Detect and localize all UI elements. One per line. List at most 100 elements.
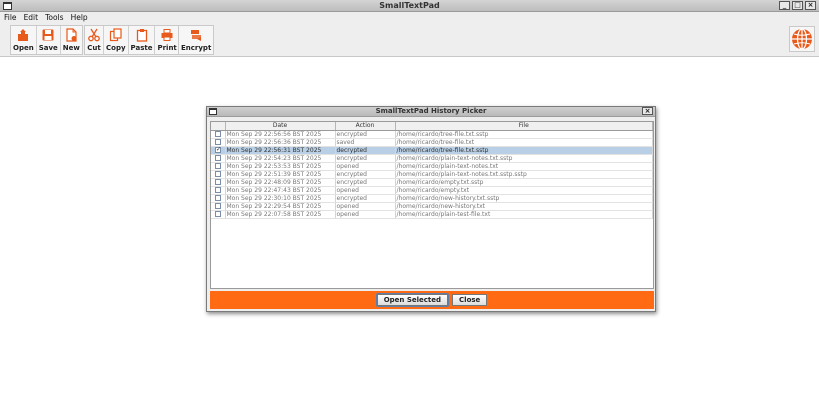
row-select-cell — [211, 178, 226, 187]
encrypt-label: Encrypt — [181, 44, 212, 52]
table-header-row: Date Action File — [211, 122, 653, 131]
date-cell: Mon Sep 29 22:56:36 BST 2025 — [225, 138, 336, 147]
action-cell: encrypted — [335, 130, 396, 139]
open-selected-button[interactable]: Open Selected — [375, 293, 450, 307]
print-button[interactable]: Print — [155, 26, 178, 54]
row-select-cell — [211, 210, 226, 219]
row-select-cell — [211, 146, 226, 155]
encrypt-button[interactable]: Encrypt — [179, 26, 213, 54]
date-cell: Mon Sep 29 22:54:23 BST 2025 — [225, 154, 336, 163]
dialog-title: SmallTextPad History Picker — [375, 107, 487, 115]
window-controls: _ □ × — [779, 1, 816, 10]
toolbar: Open Save New Cut Copy Paste Print Encry… — [0, 23, 819, 57]
open-label: Open — [13, 44, 34, 52]
language-button[interactable] — [789, 26, 815, 52]
cut-button[interactable]: Cut — [85, 26, 104, 54]
table-row[interactable]: Mon Sep 29 22:30:10 BST 2025 encrypted/ho… — [211, 194, 653, 203]
date-cell: Mon Sep 29 22:51:39 BST 2025 — [225, 170, 336, 179]
action-cell: opened — [335, 210, 396, 219]
file-cell: /home/ricardo/tree-file.txt — [395, 138, 653, 147]
table-row[interactable]: Mon Sep 29 22:07:58 BST 2025 opened/home/… — [211, 210, 653, 219]
row-select-cell — [211, 186, 226, 195]
file-cell: /home/ricardo/plain-text-notes.txt — [395, 162, 653, 171]
table-row[interactable]: Mon Sep 29 22:54:23 BST 2025 encrypted/ho… — [211, 154, 653, 163]
open-icon — [18, 29, 29, 41]
column-header-file[interactable]: File — [395, 122, 653, 131]
row-checkbox[interactable] — [215, 203, 221, 209]
column-header-date[interactable]: Date — [225, 122, 336, 131]
column-header-action[interactable]: Action — [335, 122, 396, 131]
menu-tools[interactable]: Tools — [41, 12, 66, 22]
action-cell: opened — [335, 202, 396, 211]
menu-help[interactable]: Help — [67, 12, 91, 22]
file-cell: /home/ricardo/empty.txt — [395, 186, 653, 195]
file-cell: /home/ricardo/plain-text-notes.txt.sstp — [395, 154, 653, 163]
globe-icon — [792, 28, 812, 50]
date-cell: Mon Sep 29 22:56:31 BST 2025 — [225, 146, 336, 155]
new-label: New — [62, 44, 80, 52]
dialog-close-icon[interactable]: × — [642, 107, 653, 115]
table-row[interactable]: Mon Sep 29 22:29:54 BST 2025 opened/home/… — [211, 202, 653, 211]
row-checkbox[interactable] — [215, 187, 221, 193]
file-cell: /home/ricardo/plain-test-file.txt — [395, 210, 653, 219]
file-button-group: Open Save New — [10, 25, 83, 55]
row-checkbox[interactable] — [215, 155, 221, 161]
table-row[interactable]: Mon Sep 29 22:56:56 BST 2025 encrypted/ho… — [211, 130, 653, 139]
row-checkbox[interactable] — [215, 131, 221, 137]
minimize-button[interactable]: _ — [779, 1, 790, 10]
row-select-cell — [211, 154, 226, 163]
row-checkbox[interactable] — [215, 146, 221, 153]
table-row[interactable]: Mon Sep 29 22:51:39 BST 2025 encrypted/ho… — [211, 170, 653, 179]
save-button[interactable]: Save — [37, 26, 61, 54]
encrypt-icon — [191, 30, 202, 41]
menu-edit[interactable]: Edit — [20, 12, 42, 22]
save-label: Save — [38, 44, 58, 52]
row-select-cell — [211, 138, 226, 147]
copy-icon — [109, 28, 122, 42]
copy-button[interactable]: Copy — [104, 26, 129, 54]
action-cell: opened — [335, 162, 396, 171]
table-row[interactable]: Mon Sep 29 22:56:36 BST 2025 saved/home/r… — [211, 138, 653, 147]
file-cell: /home/ricardo/tree-file.txt.sstp — [395, 130, 653, 139]
row-checkbox[interactable] — [215, 195, 221, 201]
table-row[interactable]: Mon Sep 29 22:47:43 BST 2025 opened/home/… — [211, 186, 653, 195]
edit-button-group: Cut Copy Paste Print — [84, 25, 180, 55]
close-dialog-button[interactable]: Close — [452, 294, 488, 306]
date-cell: Mon Sep 29 22:07:58 BST 2025 — [225, 210, 336, 219]
open-button[interactable]: Open — [11, 26, 37, 54]
file-cell: /home/ricardo/new-history.txt.sstp — [395, 194, 653, 203]
row-checkbox[interactable] — [215, 163, 221, 169]
column-header-select[interactable] — [211, 122, 226, 131]
dialog-title-bar: SmallTextPad History Picker × — [207, 107, 655, 117]
close-button[interactable]: × — [805, 1, 816, 10]
dialog-footer: Open Selected Close — [210, 291, 654, 309]
action-cell: encrypted — [335, 194, 396, 203]
paste-button[interactable]: Paste — [129, 26, 156, 54]
row-select-cell — [211, 130, 226, 139]
row-checkbox[interactable] — [215, 171, 221, 177]
row-checkbox[interactable] — [215, 139, 221, 145]
history-picker-dialog: SmallTextPad History Picker × Date Actio… — [206, 106, 656, 312]
row-checkbox[interactable] — [215, 211, 221, 217]
file-cell: /home/ricardo/tree-file.txt.sstp — [395, 146, 653, 155]
menu-bar: File Edit Tools Help — [0, 12, 819, 23]
new-button[interactable]: New — [61, 26, 82, 54]
paste-label: Paste — [130, 44, 153, 52]
menu-file[interactable]: File — [0, 12, 20, 22]
date-cell: Mon Sep 29 22:47:43 BST 2025 — [225, 186, 336, 195]
table-row[interactable]: Mon Sep 29 22:56:31 BST 2025decrypted/ho… — [211, 146, 653, 155]
row-checkbox[interactable] — [215, 179, 221, 185]
scissors-icon — [88, 28, 100, 42]
action-cell: encrypted — [335, 170, 396, 179]
date-cell: Mon Sep 29 22:48:09 BST 2025 — [225, 178, 336, 187]
row-select-cell — [211, 202, 226, 211]
date-cell: Mon Sep 29 22:56:56 BST 2025 — [225, 130, 336, 139]
row-select-cell — [211, 162, 226, 171]
table-row[interactable]: Mon Sep 29 22:53:53 BST 2025 opened/home/… — [211, 162, 653, 171]
date-cell: Mon Sep 29 22:30:10 BST 2025 — [225, 194, 336, 203]
row-select-cell — [211, 170, 226, 179]
maximize-button[interactable]: □ — [792, 1, 803, 10]
window-title: SmallTextPad — [379, 1, 440, 10]
table-row[interactable]: Mon Sep 29 22:48:09 BST 2025 encrypted/ho… — [211, 178, 653, 187]
action-cell: encrypted — [335, 154, 396, 163]
